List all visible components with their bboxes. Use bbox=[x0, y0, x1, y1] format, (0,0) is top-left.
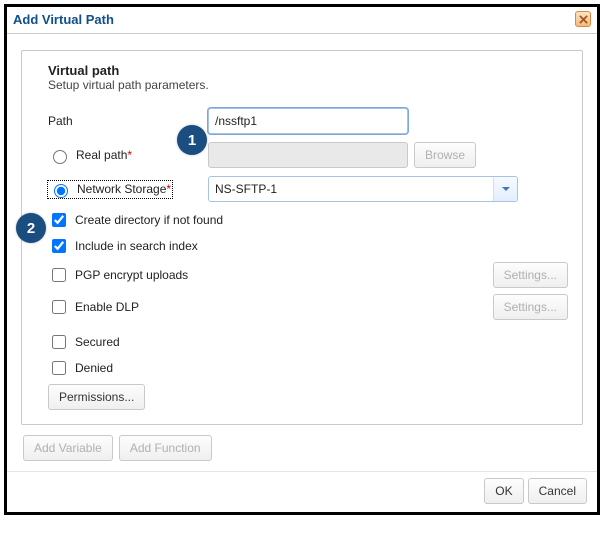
browse-button: Browse bbox=[414, 142, 476, 168]
row-include-index: Include in search index bbox=[36, 236, 568, 256]
section-subhead: Setup virtual path parameters. bbox=[36, 78, 568, 92]
network-storage-value: NS-SFTP-1 bbox=[209, 182, 493, 196]
dialog-title: Add Virtual Path bbox=[13, 12, 114, 27]
include-index-label: Include in search index bbox=[75, 239, 198, 253]
permissions-button[interactable]: Permissions... bbox=[48, 384, 145, 410]
step-badge-2: 2 bbox=[16, 213, 46, 243]
path-input[interactable] bbox=[208, 108, 408, 134]
ok-button[interactable]: OK bbox=[484, 478, 523, 504]
dlp-checkbox[interactable] bbox=[52, 300, 66, 314]
network-storage-radio[interactable] bbox=[54, 184, 68, 198]
dialog-content: 1 2 Virtual path Setup virtual path para… bbox=[7, 34, 597, 471]
add-virtual-path-dialog: Add Virtual Path 1 2 Virtual path Setup … bbox=[4, 4, 600, 515]
row-create-dir: Create directory if not found bbox=[36, 210, 568, 230]
dlp-settings-button: Settings... bbox=[493, 294, 568, 320]
real-path-input bbox=[208, 142, 408, 168]
pgp-checkbox[interactable] bbox=[52, 268, 66, 282]
pgp-label: PGP encrypt uploads bbox=[75, 268, 188, 282]
create-dir-checkbox[interactable] bbox=[52, 213, 66, 227]
chevron-down-icon bbox=[501, 184, 511, 194]
row-pgp: PGP encrypt uploads Settings... bbox=[36, 262, 568, 288]
row-dlp: Enable DLP Settings... bbox=[36, 294, 568, 320]
row-path: Path bbox=[36, 108, 568, 134]
virtual-path-panel: 1 2 Virtual path Setup virtual path para… bbox=[21, 50, 583, 425]
include-index-checkbox[interactable] bbox=[52, 239, 66, 253]
dialog-titlebar: Add Virtual Path bbox=[7, 7, 597, 34]
real-path-radio[interactable] bbox=[53, 150, 67, 164]
real-path-label: Real path* bbox=[76, 148, 132, 162]
add-variable-button: Add Variable bbox=[23, 435, 113, 461]
row-network-storage: Network Storage* NS-SFTP-1 bbox=[36, 176, 568, 202]
secured-label: Secured bbox=[75, 335, 120, 349]
lower-actions: Add Variable Add Function bbox=[21, 435, 583, 461]
network-storage-label: Network Storage* bbox=[77, 182, 171, 196]
secured-checkbox[interactable] bbox=[52, 335, 66, 349]
path-label: Path bbox=[48, 114, 73, 128]
row-denied: Denied bbox=[36, 358, 568, 378]
close-button[interactable] bbox=[575, 11, 591, 27]
dlp-label: Enable DLP bbox=[75, 300, 139, 314]
add-function-button: Add Function bbox=[119, 435, 212, 461]
denied-label: Denied bbox=[75, 361, 113, 375]
pgp-settings-button: Settings... bbox=[493, 262, 568, 288]
create-dir-label: Create directory if not found bbox=[75, 213, 223, 227]
step-badge-1: 1 bbox=[177, 125, 207, 155]
row-secured: Secured bbox=[36, 332, 568, 352]
row-real-path: Real path* Browse bbox=[36, 142, 568, 168]
dialog-footer: OK Cancel bbox=[7, 471, 597, 512]
close-icon bbox=[579, 15, 588, 24]
cancel-button[interactable]: Cancel bbox=[528, 478, 587, 504]
combo-trigger[interactable] bbox=[493, 177, 517, 201]
section-heading: Virtual path bbox=[36, 63, 568, 78]
network-storage-combo[interactable]: NS-SFTP-1 bbox=[208, 176, 518, 202]
denied-checkbox[interactable] bbox=[52, 361, 66, 375]
